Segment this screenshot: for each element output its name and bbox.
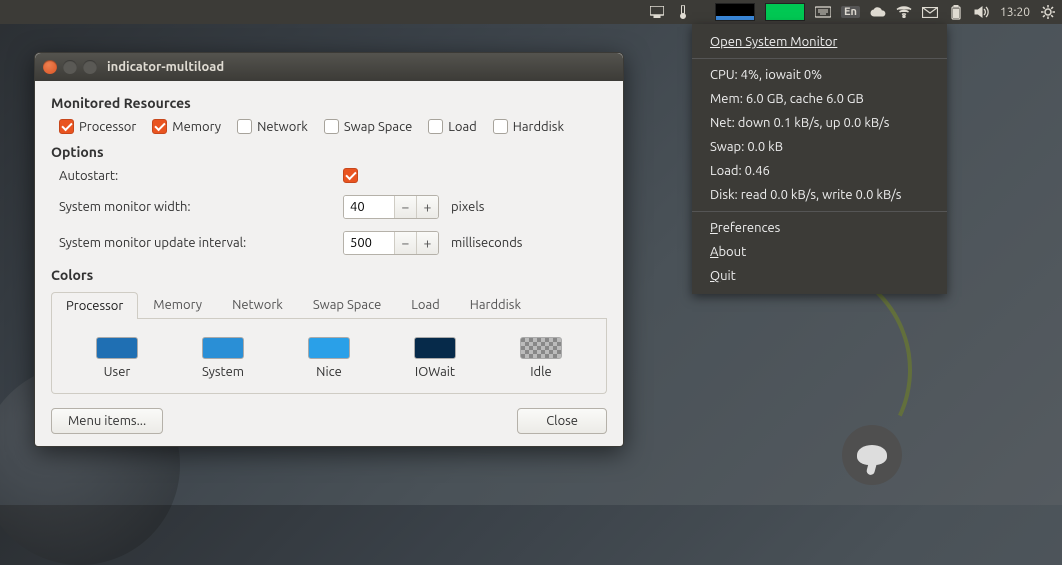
- wifi-icon[interactable]: [896, 4, 912, 20]
- color-nice[interactable]: [308, 337, 350, 359]
- clock[interactable]: 13:20: [1000, 6, 1030, 19]
- display-icon[interactable]: [649, 4, 665, 20]
- menu-separator: [692, 211, 947, 212]
- menu-disk-line[interactable]: Disk: read 0.0 kB/s, write 0.0 kB/s: [692, 183, 947, 207]
- color-system[interactable]: [202, 337, 244, 359]
- color-iowait[interactable]: [414, 337, 456, 359]
- language-indicator[interactable]: En: [841, 6, 860, 18]
- window-titlebar[interactable]: indicator-multiload: [35, 53, 623, 81]
- width-input[interactable]: [344, 196, 394, 218]
- interval-label: System monitor update interval:: [51, 236, 331, 250]
- checkbox-load[interactable]: Load: [428, 119, 477, 134]
- temperature-icon[interactable]: [675, 4, 691, 20]
- checkbox-processor[interactable]: Processor: [59, 119, 136, 134]
- menu-items-button[interactable]: Menu items...: [51, 408, 163, 434]
- color-idle[interactable]: [520, 337, 562, 359]
- menu-open-system-monitor[interactable]: Open System Monitor: [692, 30, 947, 54]
- color-user-label: User: [104, 365, 131, 379]
- indicator-menu: Open System Monitor CPU: 4%, iowait 0% M…: [692, 24, 947, 294]
- checkbox-network[interactable]: Network: [237, 119, 308, 134]
- menu-about[interactable]: About: [692, 240, 947, 264]
- colors-heading: Colors: [51, 267, 607, 283]
- keyboard-icon[interactable]: [815, 4, 831, 20]
- color-tabpane: User System Nice IOWait Idle: [51, 319, 607, 394]
- indicator-multiload-mem-graph[interactable]: [765, 3, 805, 21]
- interval-spinbox[interactable]: − +: [343, 231, 439, 255]
- color-system-label: System: [202, 365, 244, 379]
- checkbox-memory[interactable]: Memory: [152, 119, 221, 134]
- menu-net-line[interactable]: Net: down 0.1 kB/s, up 0.0 kB/s: [692, 111, 947, 135]
- width-increment[interactable]: +: [416, 196, 438, 218]
- menu-separator: [692, 58, 947, 59]
- width-spinbox[interactable]: − +: [343, 195, 439, 219]
- menu-quit[interactable]: Quit: [692, 264, 947, 288]
- menu-mem-line[interactable]: Mem: 6.0 GB, cache 6.0 GB: [692, 87, 947, 111]
- tab-harddisk[interactable]: Harddisk: [455, 291, 536, 318]
- color-user[interactable]: [96, 337, 138, 359]
- checkbox-harddisk[interactable]: Harddisk: [493, 119, 564, 134]
- window-close-button[interactable]: [43, 60, 57, 74]
- width-label: System monitor width:: [51, 200, 331, 214]
- autostart-label: Autostart:: [51, 169, 331, 183]
- tab-processor[interactable]: Processor: [51, 292, 138, 319]
- wallpaper-logo: [842, 425, 902, 485]
- interval-decrement[interactable]: −: [394, 232, 416, 254]
- window-maximize-button[interactable]: [83, 60, 97, 74]
- menu-preferences[interactable]: Preferences: [692, 216, 947, 240]
- interval-unit: milliseconds: [451, 236, 522, 250]
- power-cog-icon[interactable]: [1040, 4, 1056, 20]
- options-heading: Options: [51, 144, 607, 160]
- menu-load-line[interactable]: Load: 0.46: [692, 159, 947, 183]
- color-idle-label: Idle: [530, 365, 552, 379]
- preferences-window: indicator-multiload Monitored Resources …: [34, 52, 624, 447]
- menu-swap-line[interactable]: Swap: 0.0 kB: [692, 135, 947, 159]
- indicator-multiload-cpu-graph[interactable]: [715, 3, 755, 21]
- checkbox-autostart[interactable]: [343, 168, 358, 183]
- width-decrement[interactable]: −: [394, 196, 416, 218]
- menu-cpu-line[interactable]: CPU: 4%, iowait 0%: [692, 63, 947, 87]
- color-nice-label: Nice: [316, 365, 342, 379]
- window-title: indicator-multiload: [107, 60, 224, 74]
- tab-swap[interactable]: Swap Space: [298, 291, 396, 318]
- color-tabs: Processor Memory Network Swap Space Load…: [51, 291, 607, 319]
- volume-icon[interactable]: [974, 4, 990, 20]
- window-minimize-button[interactable]: [63, 60, 77, 74]
- cloud-icon[interactable]: [870, 4, 886, 20]
- interval-increment[interactable]: +: [416, 232, 438, 254]
- color-iowait-label: IOWait: [415, 365, 455, 379]
- battery-icon[interactable]: [948, 4, 964, 20]
- width-unit: pixels: [451, 200, 484, 214]
- top-panel: En 13:20: [0, 0, 1062, 24]
- tab-load[interactable]: Load: [396, 291, 455, 318]
- close-button[interactable]: Close: [517, 408, 607, 434]
- mail-icon[interactable]: [922, 4, 938, 20]
- monitored-resources-heading: Monitored Resources: [51, 95, 607, 111]
- tab-network[interactable]: Network: [217, 291, 298, 318]
- checkbox-swap[interactable]: Swap Space: [324, 119, 412, 134]
- tab-memory[interactable]: Memory: [138, 291, 217, 318]
- interval-input[interactable]: [344, 232, 394, 254]
